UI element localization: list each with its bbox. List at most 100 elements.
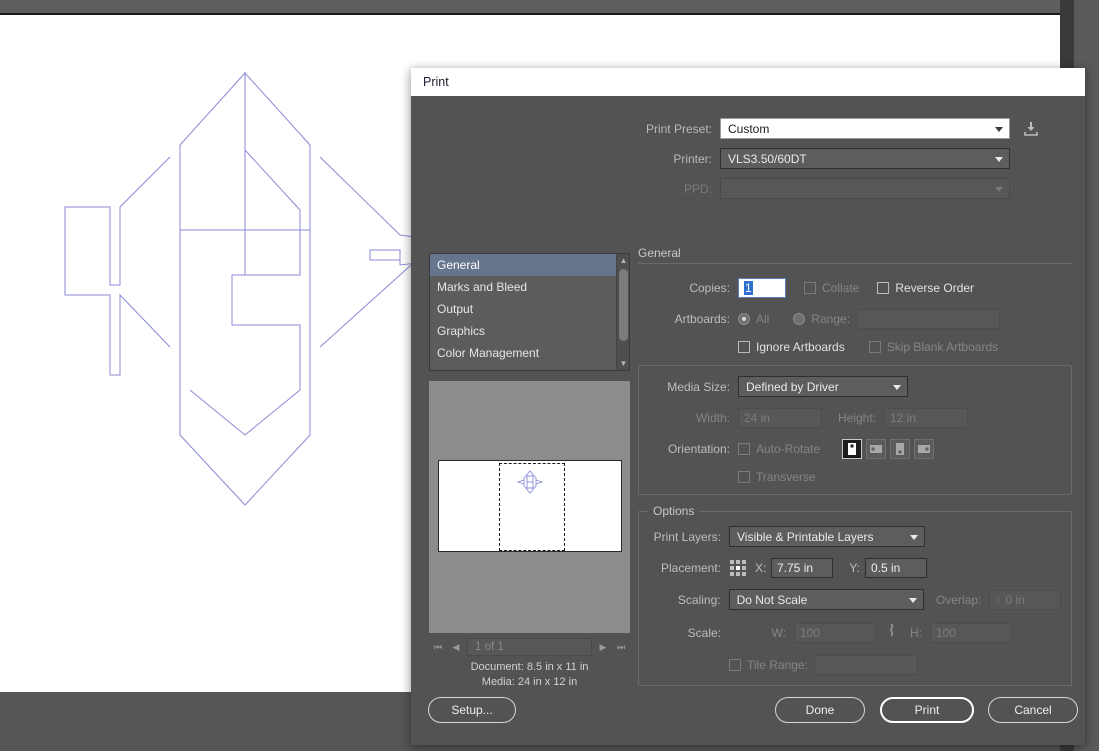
sidebar-item-marks-and-bleed[interactable]: Marks and Bleed — [430, 276, 629, 298]
artboards-row: Artboards: All Range: — [638, 309, 1072, 329]
copies-row: Copies: 1 Collate Reverse Order — [638, 278, 1072, 298]
media-group: Media Size: Defined by Driver Width: 24 … — [638, 365, 1072, 495]
cancel-button[interactable]: Cancel — [988, 697, 1078, 723]
print-layers-row: Print Layers: Visible & Printable Layers — [649, 526, 1061, 547]
print-layers-value: Visible & Printable Layers — [737, 530, 874, 544]
checkbox-box — [738, 443, 750, 455]
sidebar-item-color-management[interactable]: Color Management — [430, 342, 629, 364]
sidebar-item-general[interactable]: General — [430, 254, 629, 276]
placement-row: Placement: — [649, 558, 1061, 578]
checkbox-box[interactable] — [738, 341, 750, 353]
print-preset-row: Print Preset: Custom — [411, 118, 1085, 139]
print-button[interactable]: Print — [880, 697, 974, 723]
scroll-up-icon[interactable]: ▲ — [617, 254, 630, 267]
orientation-row: Orientation: Auto-Rotate — [649, 439, 1061, 459]
screen: Print Print Preset: Custom — [0, 0, 1099, 751]
scrollbar-thumb[interactable] — [619, 269, 628, 341]
sidebar-item-graphics[interactable]: Graphics — [430, 320, 629, 342]
placement-y-input[interactable]: 0.5 in — [865, 558, 927, 578]
scaling-select[interactable]: Do Not Scale — [729, 589, 924, 610]
scale-height-label: H: — [906, 626, 930, 640]
collate-checkbox: Collate — [804, 281, 859, 295]
previous-page-icon[interactable]: ◀ — [447, 638, 465, 656]
category-list-scrollbar[interactable]: ▲ ▼ — [616, 254, 629, 370]
radio-button[interactable] — [738, 313, 750, 325]
first-page-icon[interactable]: ⏮ — [429, 638, 447, 656]
media-size-row: Media Size: Defined by Driver — [649, 376, 1061, 397]
save-preset-icon[interactable] — [1022, 120, 1040, 138]
radio-button[interactable] — [793, 313, 805, 325]
placement-x-input[interactable]: 7.75 in — [771, 558, 833, 578]
printer-label: Printer: — [411, 152, 720, 166]
link-chain-icon[interactable] — [876, 621, 906, 644]
options-group: Options Print Layers: Visible & Printabl… — [638, 511, 1072, 686]
page-number-value: 1 of 1 — [475, 641, 504, 653]
general-section-title: General — [638, 246, 1072, 260]
overlap-label: Overlap: — [924, 593, 990, 607]
orientation-landscape-button[interactable] — [866, 439, 886, 459]
placement-anchor-icon[interactable] — [729, 559, 747, 577]
dialog-footer: Setup... Done Print Cancel — [411, 677, 1085, 745]
transverse-row: Transverse — [649, 470, 1061, 484]
media-size-select[interactable]: Defined by Driver — [738, 376, 908, 397]
reverse-order-checkbox[interactable]: Reverse Order — [877, 281, 974, 295]
width-label: Width: — [649, 411, 738, 425]
sidebar-item-output[interactable]: Output — [430, 298, 629, 320]
ignore-artboards-checkbox[interactable]: Ignore Artboards — [738, 340, 845, 354]
placement-x-label: X: — [755, 561, 771, 575]
preview-artwork — [515, 469, 545, 495]
tile-range-input — [814, 655, 918, 675]
scale-height-value: 100 — [936, 626, 956, 640]
orientation-reverse-portrait-button[interactable] — [890, 439, 910, 459]
dialog-title: Print — [423, 75, 449, 89]
media-size-value: Defined by Driver — [746, 380, 839, 394]
printer-value: VLS3.50/60DT — [728, 152, 807, 166]
orientation-portrait-button[interactable] — [842, 439, 862, 459]
page-navigation: ⏮ ◀ 1 of 1 ▶ ⏭ — [429, 636, 630, 658]
setup-button[interactable]: Setup... — [428, 697, 516, 723]
dialog-body: Print Preset: Custom Printer: — [411, 96, 1085, 745]
next-page-icon[interactable]: ▶ — [594, 638, 612, 656]
auto-rotate-checkbox: Auto-Rotate — [738, 442, 820, 456]
category-list[interactable]: General Marks and Bleed Output Graphics … — [429, 253, 630, 371]
orientation-reverse-landscape-button[interactable] — [914, 439, 934, 459]
done-button[interactable]: Done — [775, 697, 865, 723]
document-size-value: 8.5 in x 11 in — [527, 661, 589, 673]
height-label: Height: — [822, 411, 884, 425]
scale-height-input: 100 — [930, 623, 1012, 643]
dialog-title-bar: Print — [411, 68, 1085, 96]
artboards-all-radio[interactable]: All — [738, 312, 769, 326]
print-preview[interactable] — [429, 381, 630, 633]
last-page-icon[interactable]: ⏭ — [612, 638, 630, 656]
page-number-field[interactable]: 1 of 1 — [467, 638, 592, 656]
scaling-label: Scaling: — [649, 593, 729, 607]
scale-width-value: 100 — [800, 626, 820, 640]
width-value: 24 in — [744, 411, 770, 425]
placement-x-value: 7.75 in — [777, 561, 813, 575]
print-layers-select[interactable]: Visible & Printable Layers — [729, 526, 925, 547]
auto-rotate-label: Auto-Rotate — [756, 442, 820, 456]
scaling-row: Scaling: Do Not Scale Overlap: ↕ 0 in — [649, 589, 1061, 610]
scale-label: Scale: — [649, 626, 729, 640]
artboards-range-label: Range: — [811, 312, 850, 326]
artboards-all-label: All — [756, 312, 769, 326]
overlap-input: ↕ 0 in — [989, 590, 1061, 610]
checkbox-box[interactable] — [877, 282, 889, 294]
section-divider — [638, 263, 1072, 264]
document-size-row: Document: 8.5 in x 11 in — [429, 660, 630, 675]
printer-select[interactable]: VLS3.50/60DT — [720, 148, 1010, 169]
ppd-label: PPD: — [411, 182, 720, 196]
tile-range-label: Tile Range: — [747, 658, 808, 672]
stepper-icon: ↕ — [995, 593, 1001, 607]
copies-value: 1 — [744, 281, 753, 295]
print-preset-select[interactable]: Custom — [720, 118, 1010, 139]
category-label: Output — [437, 302, 473, 316]
artboards-range-radio[interactable]: Range: — [793, 312, 850, 326]
copies-input[interactable]: 1 — [738, 278, 786, 298]
scroll-down-icon[interactable]: ▼ — [617, 357, 630, 370]
category-label: Marks and Bleed — [437, 280, 527, 294]
app-top-bar — [0, 0, 1060, 13]
ignore-artboards-label: Ignore Artboards — [756, 340, 845, 354]
preview-media-area — [438, 460, 622, 552]
ppd-select — [720, 178, 1010, 199]
